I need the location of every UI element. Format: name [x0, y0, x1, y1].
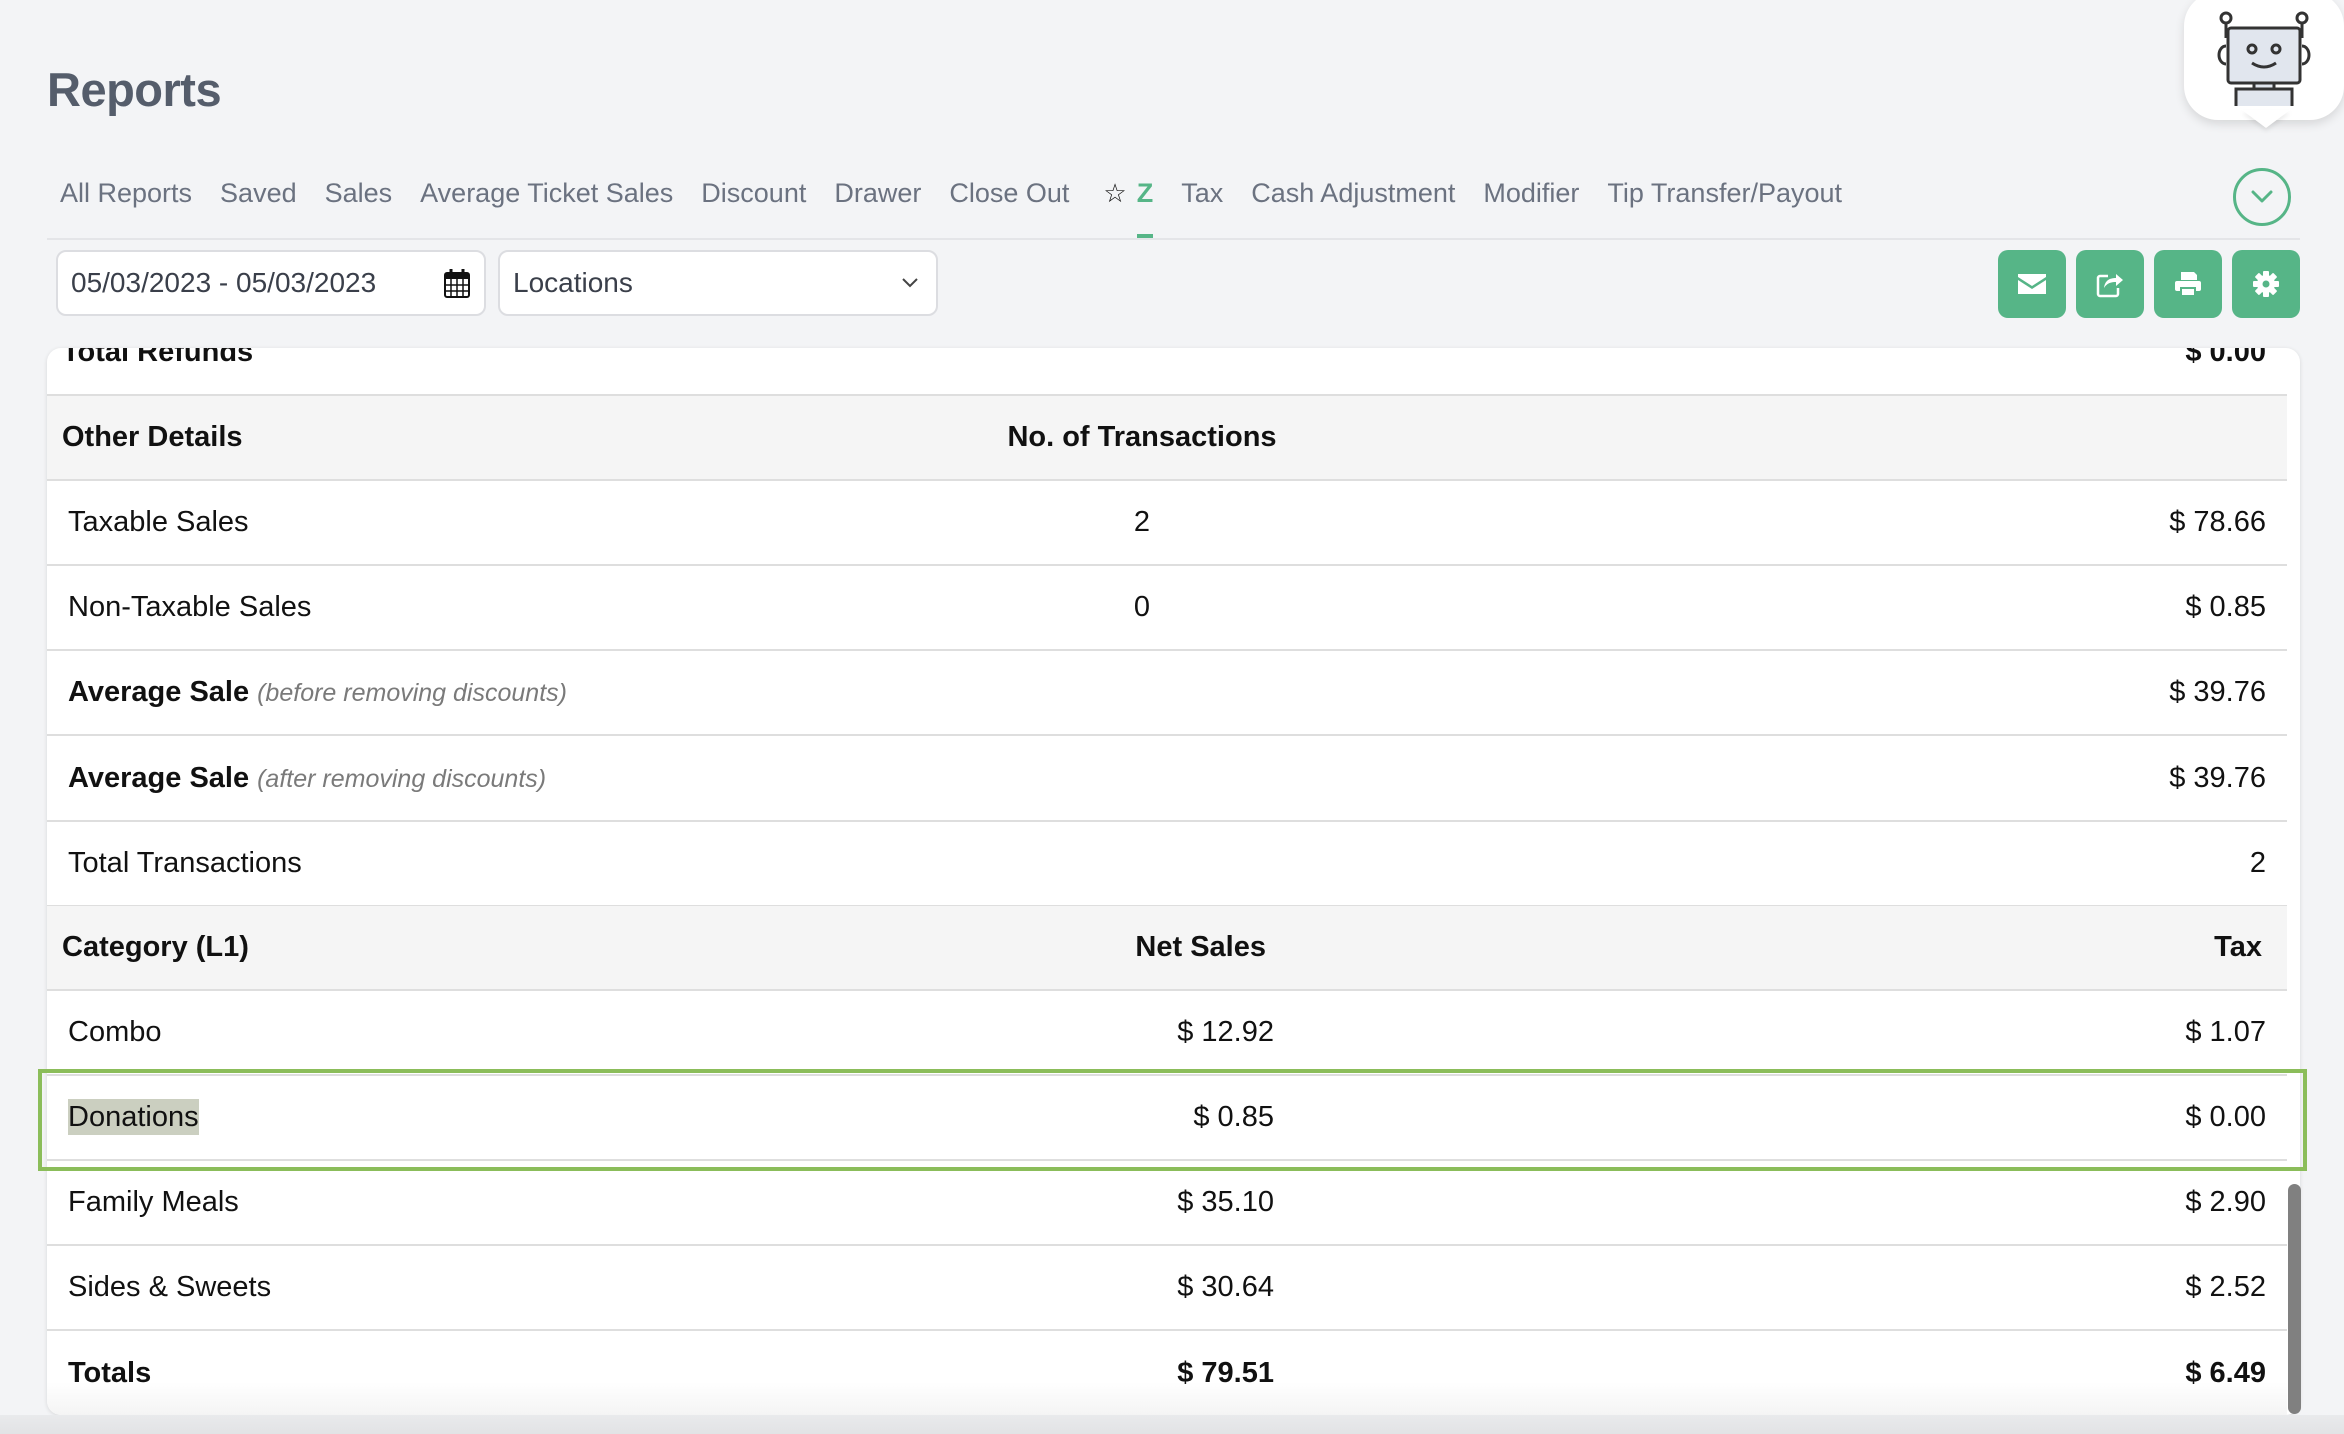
category-net-sales: $ 35.10: [1177, 1186, 1274, 1218]
category-header: Category (L1) Net Sales Tax: [47, 906, 2287, 991]
table-row: Family Meals $ 35.10 $ 2.90: [47, 1161, 2287, 1246]
totals-row: Totals $ 79.51 $ 6.49: [47, 1331, 2287, 1415]
printer-icon: [2175, 272, 2201, 297]
robot-icon: [2217, 11, 2311, 106]
row-sublabel: (before removing discounts): [257, 679, 567, 707]
calendar-icon: [444, 269, 470, 298]
row-label: Non-Taxable Sales: [68, 591, 312, 623]
category-name: Family Meals: [68, 1186, 239, 1218]
locations-select[interactable]: Locations: [498, 250, 938, 316]
locations-select-value: Locations: [513, 267, 633, 298]
date-range-value: 05/03/2023 - 05/03/2023: [71, 267, 377, 298]
column-header-transactions: No. of Transactions: [1007, 421, 1277, 453]
row-amount: $ 78.66: [2169, 506, 2266, 538]
category-name: Combo: [68, 1016, 162, 1048]
chevron-down-icon: [2251, 190, 2273, 203]
row-label: Average Sale: [68, 676, 250, 708]
table-row-highlighted: Donations $ 0.85 $ 0.00: [47, 1076, 2287, 1161]
row-label: Total Transactions: [68, 847, 302, 879]
table-row-total-refunds: Total Refunds $ 0.00: [47, 348, 2287, 396]
category-net-sales: $ 30.64: [1177, 1271, 1274, 1303]
row-label: Average Sale: [68, 762, 250, 794]
row-amount: 2: [2249, 847, 2266, 879]
tab-average-ticket-sales[interactable]: Average Ticket Sales: [420, 170, 673, 238]
column-header-net-sales: Net Sales: [1135, 931, 1266, 963]
page-bottom: [0, 1415, 2344, 1434]
row-count: 0: [1133, 591, 1151, 623]
row-amount: $ 0.85: [2185, 591, 2266, 623]
tab-tip-transfer-payout[interactable]: Tip Transfer/Payout: [1607, 170, 1842, 238]
page-title: Reports: [47, 63, 222, 116]
tab-saved[interactable]: Saved: [220, 170, 297, 238]
table-row: Taxable Sales 2 $ 78.66: [47, 481, 2287, 566]
row-amount: $ 39.76: [2169, 762, 2266, 794]
envelope-icon: [2018, 274, 2046, 294]
column-header-tax: Tax: [2214, 931, 2262, 963]
email-button[interactable]: [1998, 250, 2066, 318]
row-label: Total Refunds: [62, 348, 254, 368]
column-header-category: Category (L1): [62, 931, 249, 963]
category-net-sales: $ 0.85: [1193, 1101, 1274, 1133]
row-label: Taxable Sales: [68, 506, 249, 538]
tab-sales[interactable]: Sales: [325, 170, 393, 238]
share-icon: [2096, 274, 2123, 298]
totals-tax: $ 6.49: [2185, 1357, 2266, 1389]
other-details-header: Other Details No. of Transactions: [47, 396, 2287, 481]
report-tabs: All Reports Saved Sales Average Ticket S…: [60, 170, 1870, 238]
chatbot-bubble-tail: [2242, 110, 2290, 128]
tabs-divider: [47, 238, 2300, 240]
chevron-down-icon: [902, 278, 918, 288]
category-tax: $ 2.52: [2185, 1271, 2266, 1303]
totals-net-sales: $ 79.51: [1177, 1357, 1274, 1389]
category-name: Sides & Sweets: [68, 1271, 272, 1303]
table-row: Average Sale (after removing discounts) $…: [47, 737, 2287, 822]
category-tax: $ 1.07: [2185, 1016, 2266, 1048]
tab-discount[interactable]: Discount: [701, 170, 806, 238]
gear-icon: [2253, 271, 2279, 297]
print-button[interactable]: [2154, 250, 2222, 318]
z-report-table: Total Refunds $ 0.00 Other Details No. o…: [47, 348, 2300, 1415]
tab-z[interactable]: Z: [1136, 170, 1153, 238]
table-row: Non-Taxable Sales 0 $ 0.85: [47, 566, 2287, 651]
table-row: Average Sale (before removing discounts) …: [47, 651, 2287, 736]
row-amount: $ 39.76: [2169, 676, 2266, 708]
category-tax: $ 2.90: [2185, 1186, 2266, 1218]
category-net-sales: $ 12.92: [1177, 1016, 1274, 1048]
table-row: Total Transactions 2: [47, 822, 2287, 907]
totals-label: Totals: [68, 1357, 152, 1389]
date-range-picker[interactable]: 05/03/2023 - 05/03/2023: [56, 250, 486, 316]
tab-cash-adjustment[interactable]: Cash Adjustment: [1251, 170, 1455, 238]
table-row: Combo $ 12.92 $ 1.07: [47, 991, 2287, 1076]
export-button[interactable]: [2076, 250, 2144, 318]
star-outline-icon[interactable]: ☆: [1103, 170, 1126, 216]
tab-close-out[interactable]: Close Out: [949, 170, 1069, 238]
report-actions: [1998, 250, 2300, 318]
chatbot-assistant-button[interactable]: [2184, 0, 2344, 120]
expand-tabs-button[interactable]: [2233, 168, 2291, 226]
tab-drawer[interactable]: Drawer: [834, 170, 921, 238]
column-header-other-details: Other Details: [62, 421, 243, 453]
tab-all-reports[interactable]: All Reports: [60, 170, 192, 238]
table-row: Sides & Sweets $ 30.64 $ 2.52: [47, 1246, 2287, 1331]
category-name: Donations: [68, 1099, 199, 1135]
row-sublabel: (after removing discounts): [257, 765, 547, 793]
category-tax: $ 0.00: [2185, 1101, 2266, 1133]
settings-button[interactable]: [2232, 250, 2300, 318]
table-scrollbar[interactable]: [2288, 1184, 2301, 1414]
tab-modifier[interactable]: Modifier: [1483, 170, 1579, 238]
row-amount: $ 0.00: [2185, 348, 2266, 368]
filters-bar: 05/03/2023 - 05/03/2023 Locations: [56, 250, 938, 316]
tab-tax[interactable]: Tax: [1181, 170, 1223, 238]
row-count: 2: [1133, 506, 1151, 538]
